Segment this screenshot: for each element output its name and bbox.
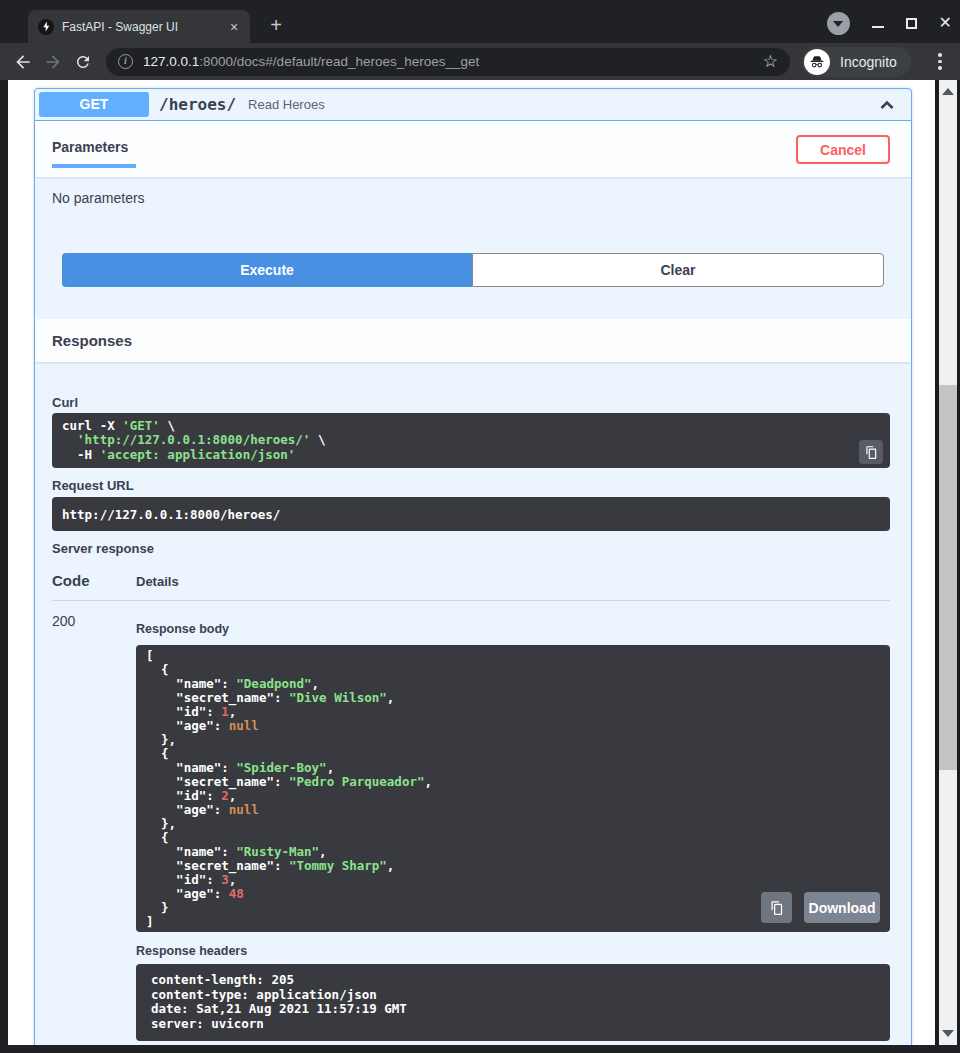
- opblock-get-heroes: GET /heroes/ Read Heroes Parameters Canc…: [34, 88, 912, 1045]
- page-scrollbar[interactable]: [939, 80, 957, 1045]
- maximize-button[interactable]: [906, 18, 917, 29]
- parameters-header: Parameters Cancel: [35, 121, 911, 177]
- responses-section: Curl curl -X 'GET' \ 'http://127.0.0.1:8…: [35, 362, 911, 1045]
- minimize-button[interactable]: [872, 26, 884, 28]
- back-button[interactable]: [8, 52, 38, 72]
- download-button[interactable]: Download: [804, 892, 880, 923]
- incognito-badge: Incognito: [802, 47, 911, 77]
- browser-toolbar: i 127.0.0.1:8000/docs#/default/read_hero…: [0, 43, 960, 80]
- new-tab-button[interactable]: +: [262, 12, 290, 40]
- tab-title: FastAPI - Swagger UI: [62, 20, 226, 34]
- copy-curl-button[interactable]: [859, 440, 883, 464]
- method-badge: GET: [39, 92, 149, 117]
- incognito-icon: [804, 49, 830, 75]
- opblock-body: No parameters Execute Clear Responses Cu…: [35, 177, 911, 1045]
- copy-response-button[interactable]: [761, 892, 792, 923]
- curl-command-block: curl -X 'GET' \ 'http://127.0.0.1:8000/h…: [52, 413, 890, 468]
- response-body-json: [ { "name": "Deadpond", "secret_name": "…: [136, 645, 890, 932]
- no-parameters-text: No parameters: [35, 177, 911, 206]
- clear-button[interactable]: Clear: [472, 253, 884, 287]
- browser-update-icon[interactable]: [827, 12, 850, 35]
- response-body-block: [ { "name": "Deadpond", "secret_name": "…: [136, 645, 890, 932]
- server-response-label: Server response: [52, 541, 890, 556]
- scroll-up-icon[interactable]: [942, 88, 954, 95]
- responses-table-header: Code Details: [52, 572, 890, 589]
- request-url-label: Request URL: [52, 478, 890, 493]
- response-body-controls: Download: [761, 892, 880, 923]
- browser-menu-icon[interactable]: [925, 53, 955, 70]
- tab-parameters[interactable]: Parameters: [52, 135, 128, 168]
- url-text: 127.0.0.1:8000/docs#/default/read_heroes…: [143, 54, 755, 69]
- collapse-chevron-icon[interactable]: [877, 95, 897, 115]
- response-body-label: Response body: [136, 622, 890, 636]
- page-info-icon[interactable]: i: [118, 54, 133, 69]
- curl-label: Curl: [52, 395, 890, 410]
- response-row: 200 Response body [ { "name": "Deadpond"…: [52, 601, 890, 1040]
- response-headers-block: content-length: 205content-type: applica…: [136, 964, 890, 1040]
- opblock-header[interactable]: GET /heroes/ Read Heroes: [35, 89, 911, 121]
- incognito-label: Incognito: [840, 54, 897, 70]
- browser-tab[interactable]: FastAPI - Swagger UI ×: [28, 10, 250, 43]
- execute-row: Execute Clear: [52, 253, 894, 287]
- status-code: 200: [52, 613, 136, 1040]
- responses-title: Responses: [52, 332, 132, 349]
- swagger-page: GET /heroes/ Read Heroes Parameters Canc…: [8, 80, 935, 1045]
- address-bar[interactable]: i 127.0.0.1:8000/docs#/default/read_hero…: [106, 48, 790, 76]
- request-url-text: http://127.0.0.1:8000/heroes/: [52, 497, 890, 531]
- close-window-button[interactable]: ✕: [939, 15, 952, 31]
- cancel-button[interactable]: Cancel: [796, 135, 890, 164]
- scroll-down-icon[interactable]: [942, 1030, 954, 1037]
- response-headers-label: Response headers: [136, 944, 890, 958]
- endpoint-summary: Read Heroes: [248, 97, 877, 112]
- scrollbar-thumb[interactable]: [939, 385, 957, 770]
- endpoint-path: /heroes/: [159, 95, 236, 114]
- tab-close-icon[interactable]: ×: [226, 19, 242, 35]
- response-headers-text: content-length: 205content-type: applica…: [136, 964, 890, 1040]
- fastapi-logo-icon: [38, 19, 54, 35]
- execute-button[interactable]: Execute: [62, 253, 472, 287]
- bookmark-star-icon[interactable]: ☆: [763, 51, 778, 72]
- request-url-block: http://127.0.0.1:8000/heroes/: [52, 497, 890, 531]
- code-column-header: Code: [52, 572, 136, 589]
- forward-button[interactable]: [38, 52, 68, 72]
- responses-header: Responses: [35, 319, 911, 362]
- reload-button[interactable]: [68, 53, 98, 71]
- curl-command-text: curl -X 'GET' \ 'http://127.0.0.1:8000/h…: [52, 413, 890, 468]
- browser-titlebar: FastAPI - Swagger UI × + ✕: [0, 0, 960, 43]
- details-column-header: Details: [136, 574, 179, 589]
- response-details: Response body [ { "name": "Deadpond", "s…: [136, 613, 890, 1040]
- window-controls: ✕: [827, 8, 952, 38]
